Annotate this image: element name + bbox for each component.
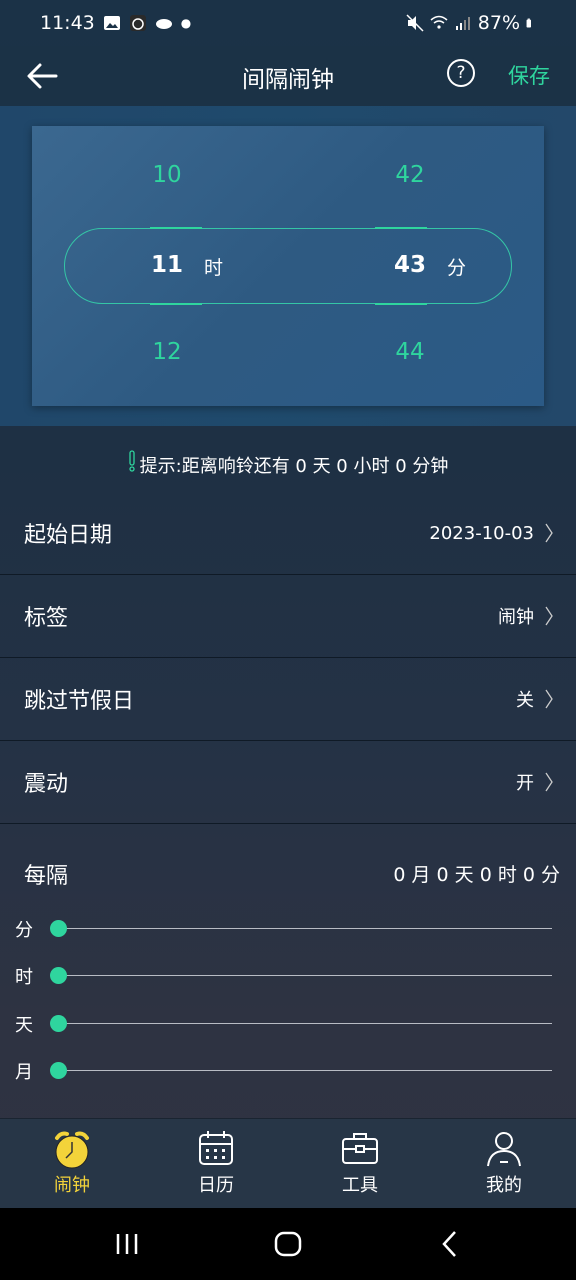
row-start-date-label: 起始日期: [24, 523, 113, 548]
row-label-label: 标签: [24, 606, 69, 631]
row-skip-holidays[interactable]: 跳过节假日 关: [0, 658, 576, 741]
nav-tab-mine[interactable]: 我的: [432, 1119, 576, 1209]
signal-icon: [455, 17, 470, 30]
alarm-app-icon: [129, 15, 146, 31]
hint-text: 提示:距离响铃还有 0 天 0 小时 0 分钟: [139, 456, 449, 477]
alarm-clock-icon: [55, 1131, 89, 1169]
interval-value: 0 月 0 天 0 时 0 分: [393, 864, 560, 886]
interval-label: 每隔: [24, 864, 69, 889]
battery-percent: 87%: [477, 12, 520, 34]
hour-next[interactable]: 12: [137, 339, 197, 365]
hour-selection-line-top: [150, 227, 202, 229]
hour-selection-line-bottom: [150, 303, 202, 305]
picker-selection-frame: [64, 228, 512, 304]
hour-prev[interactable]: 10: [137, 162, 197, 188]
notification-dot-icon: ●: [180, 16, 192, 30]
hour-current[interactable]: 11: [137, 252, 197, 278]
slider-hours-label: 时: [15, 967, 33, 988]
row-vibrate-value: 开: [516, 773, 534, 794]
minute-selection-line-bottom: [375, 303, 427, 305]
slider-hours[interactable]: 时: [0, 961, 576, 991]
gallery-icon: [103, 16, 120, 30]
toolbox-icon: [342, 1133, 378, 1164]
slider-days-thumb[interactable]: [50, 1015, 67, 1032]
recent-apps-icon[interactable]: [114, 1228, 140, 1260]
slider-minutes-label: 分: [15, 920, 33, 941]
nav-tab-mine-label: 我的: [486, 1175, 522, 1196]
help-button[interactable]: ?: [447, 59, 475, 87]
chevron-right-icon: [545, 523, 553, 543]
system-nav-bar: [0, 1208, 576, 1280]
row-label-value: 闹钟: [498, 607, 534, 628]
chevron-right-icon: [545, 689, 553, 709]
row-skip-holidays-value: 关: [516, 690, 534, 711]
hour-unit: 时: [204, 257, 224, 279]
slider-minutes-track[interactable]: [58, 928, 552, 929]
slider-months-label: 月: [15, 1062, 33, 1083]
row-start-date-value: 2023-10-03: [429, 522, 534, 544]
battery-icon: [526, 18, 531, 28]
wifi-icon: [430, 15, 448, 29]
slider-days-track[interactable]: [58, 1023, 552, 1024]
status-time: 11:43: [40, 12, 95, 34]
row-start-date[interactable]: 起始日期 2023-10-03: [0, 492, 576, 575]
calendar-icon: [199, 1131, 233, 1165]
minute-selection-line-top: [375, 227, 427, 229]
slider-days-label: 天: [15, 1015, 33, 1036]
mute-icon: [406, 14, 424, 32]
minute-next[interactable]: 44: [380, 339, 440, 365]
chevron-right-icon: [545, 606, 553, 626]
cloud-icon: [155, 19, 172, 29]
nav-tab-alarm[interactable]: 闹钟: [0, 1119, 144, 1209]
nav-tab-tools[interactable]: 工具: [288, 1119, 432, 1209]
chevron-right-icon: [545, 772, 553, 792]
save-button[interactable]: 保存: [508, 60, 550, 90]
slider-days[interactable]: 天: [0, 1009, 576, 1039]
ring-countdown-hint: 提示:距离响铃还有 0 天 0 小时 0 分钟: [0, 450, 576, 478]
exclamation-icon: [128, 450, 136, 477]
slider-minutes[interactable]: 分: [0, 914, 576, 944]
bottom-nav: 闹钟 日历 工具 我的: [0, 1118, 576, 1208]
nav-tab-calendar[interactable]: 日历: [144, 1119, 288, 1209]
minute-current[interactable]: 43: [380, 252, 440, 278]
slider-hours-track[interactable]: [58, 975, 552, 976]
slider-minutes-thumb[interactable]: [50, 920, 67, 937]
nav-tab-alarm-label: 闹钟: [54, 1175, 90, 1196]
person-icon: [487, 1132, 521, 1167]
slider-months-thumb[interactable]: [50, 1062, 67, 1079]
screen: 11:43 ● 87% 间隔闹钟 ? 保存 10 11 时 12 42 43 分: [0, 0, 576, 1280]
minute-prev[interactable]: 42: [380, 162, 440, 188]
page-title: 间隔闹钟: [242, 67, 334, 93]
slider-months-track[interactable]: [58, 1070, 552, 1071]
row-label[interactable]: 标签 闹钟: [0, 575, 576, 658]
slider-months[interactable]: 月: [0, 1056, 576, 1086]
nav-tab-tools-label: 工具: [342, 1175, 378, 1196]
slider-hours-thumb[interactable]: [50, 967, 67, 984]
back-nav-icon[interactable]: [438, 1228, 460, 1260]
app-header: 间隔闹钟 ? 保存: [0, 46, 576, 106]
minute-unit: 分: [447, 257, 467, 279]
row-vibrate[interactable]: 震动 开: [0, 741, 576, 824]
row-vibrate-label: 震动: [24, 772, 69, 797]
status-bar: 11:43 ● 87%: [0, 0, 576, 46]
home-icon[interactable]: [273, 1228, 303, 1260]
nav-tab-calendar-label: 日历: [198, 1175, 234, 1196]
row-skip-holidays-label: 跳过节假日: [24, 689, 135, 714]
